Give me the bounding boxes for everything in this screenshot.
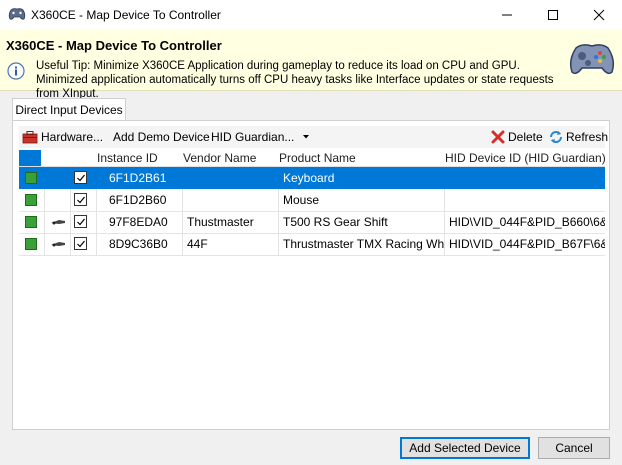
cell-product-name: Mouse (279, 189, 445, 211)
add-demo-device-button[interactable]: Add Demo Device (113, 129, 210, 145)
maximize-icon (548, 10, 558, 20)
status-indicator (25, 216, 37, 228)
tip-banner: X360CE - Map Device To Controller Useful… (0, 30, 622, 100)
gamepad-app-icon (8, 7, 26, 23)
toolbox-icon (22, 131, 38, 144)
cell-instance-id: 97F8EDA0 (97, 211, 183, 233)
maximize-button[interactable] (530, 0, 576, 30)
status-indicator (25, 194, 37, 206)
cell-vendor-name: 44F (183, 233, 279, 255)
hid-guardian-label: HID Guardian... (211, 130, 295, 144)
enable-checkbox[interactable] (74, 237, 87, 250)
status-indicator (25, 172, 37, 184)
cell-hid-device-id (445, 189, 605, 211)
cancel-button[interactable]: Cancel (538, 437, 610, 459)
title-bar: X360CE - Map Device To Controller (0, 0, 622, 30)
table-row[interactable]: 6F1D2B60 Mouse (19, 189, 605, 212)
status-indicator (25, 238, 37, 250)
header-instance-id[interactable]: Instance ID (97, 150, 183, 166)
refresh-button[interactable]: Refresh (549, 129, 608, 145)
grid-header: Instance ID Vendor Name Product Name HID… (19, 150, 605, 167)
window-title: X360CE - Map Device To Controller (31, 8, 221, 22)
tab-direct-input-devices[interactable]: Direct Input Devices (12, 98, 126, 120)
cell-vendor-name (183, 189, 279, 211)
minimize-icon (502, 14, 512, 16)
header-product-name[interactable]: Product Name (279, 150, 445, 166)
enable-checkbox[interactable] (74, 171, 87, 184)
cell-product-name: T500 RS Gear Shift (279, 211, 445, 233)
devices-toolbar: Hardware... Add Demo Device HID Guardian… (19, 126, 608, 148)
banner-title: X360CE - Map Device To Controller (6, 38, 222, 53)
cell-hid-device-id: HID\VID_044F&PID_B67F\6&... (449, 237, 605, 251)
header-status-cell[interactable] (19, 150, 41, 166)
close-button[interactable] (576, 0, 622, 30)
refresh-icon (550, 131, 562, 143)
add-selected-device-button[interactable]: Add Selected Device (400, 437, 530, 459)
hardware-button[interactable]: Hardware... (22, 129, 103, 145)
dropdown-arrow-icon (302, 135, 309, 139)
useful-tip-text: Useful Tip: Minimize X360CE Application … (36, 60, 554, 100)
device-icon-cell (45, 189, 71, 211)
header-vendor-name[interactable]: Vendor Name (183, 150, 279, 166)
gamepad-icon (568, 40, 616, 81)
table-row[interactable]: 8D9C36B0 44F Thrustmaster TMX Racing Whe… (19, 233, 605, 256)
cell-product-name: Thrustmaster TMX Racing Wheel (279, 233, 445, 255)
cell-vendor-name: Thustmaster (183, 211, 279, 233)
delete-icon (491, 130, 505, 144)
cell-instance-id: 6F1D2B61 (109, 171, 167, 185)
minimize-button[interactable] (484, 0, 530, 30)
cell-product-name: Keyboard (283, 171, 335, 185)
cell-hid-device-id (445, 167, 605, 189)
table-row[interactable]: 97F8EDA0 Thustmaster T500 RS Gear Shift … (19, 211, 605, 234)
cell-instance-id: 6F1D2B60 (97, 189, 183, 211)
close-icon (593, 9, 605, 21)
header-hid-device-id[interactable]: HID Device ID (HID Guardian) (445, 150, 605, 166)
devices-panel: Hardware... Add Demo Device HID Guardian… (12, 120, 610, 430)
delete-button[interactable]: Delete (491, 129, 543, 145)
table-row[interactable]: 6F1D2B61 Keyboard (19, 167, 605, 189)
wheel-device-icon (51, 220, 65, 225)
enable-checkbox[interactable] (74, 215, 87, 228)
wheel-device-icon (51, 242, 65, 247)
cell-vendor-name (183, 167, 279, 189)
enable-checkbox[interactable] (74, 193, 87, 206)
delete-label: Delete (508, 130, 543, 144)
cell-hid-device-id: HID\VID_044F&PID_B660\6&... (449, 215, 605, 229)
info-icon (7, 62, 25, 83)
refresh-label: Refresh (566, 130, 609, 144)
hid-guardian-dropdown[interactable]: HID Guardian... (211, 129, 313, 145)
hardware-label: Hardware... (41, 130, 104, 144)
cell-instance-id: 8D9C36B0 (97, 233, 183, 255)
